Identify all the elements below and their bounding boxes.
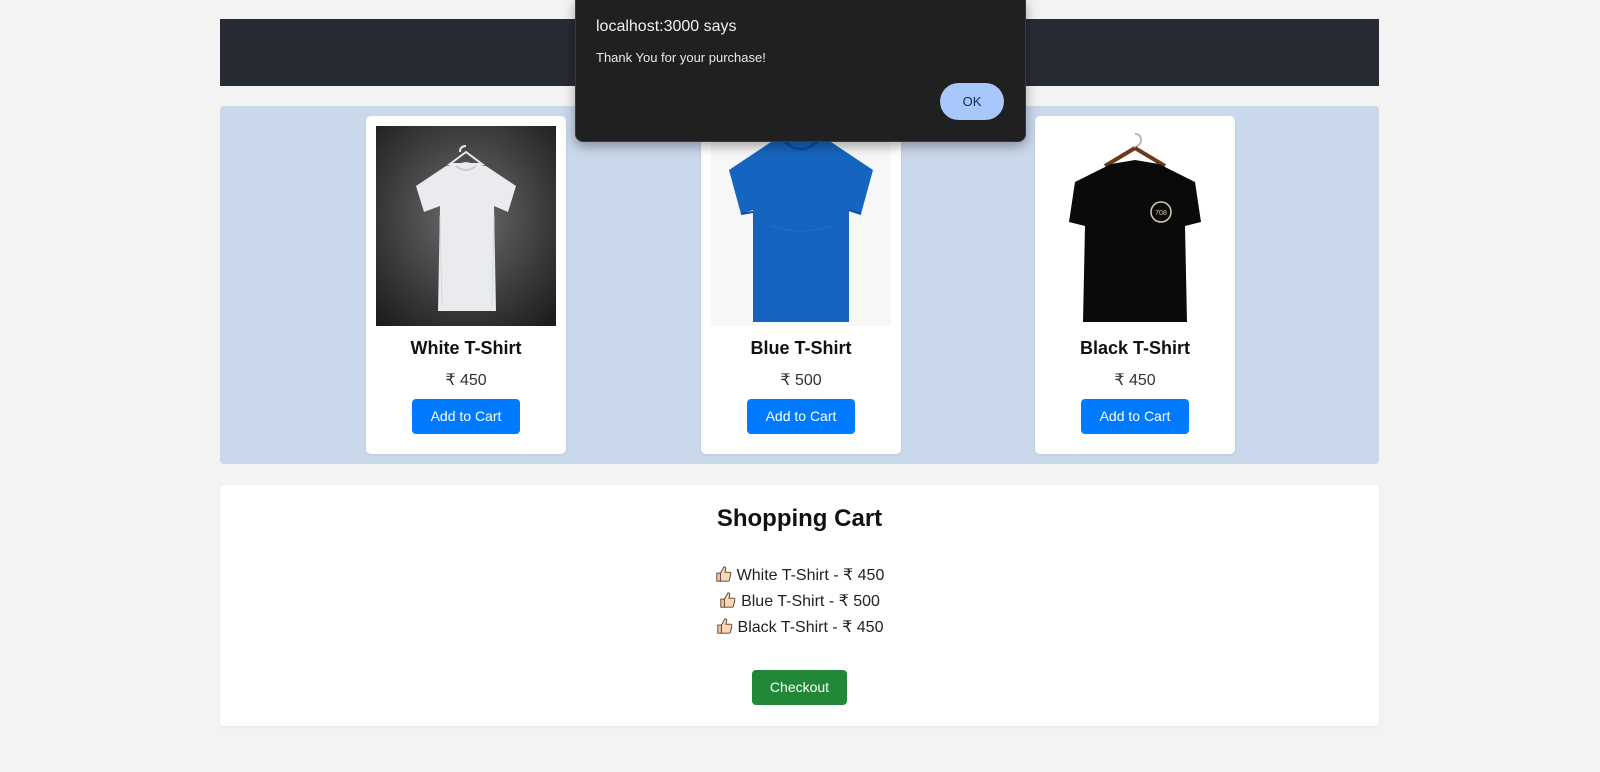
product-price: ₹ 450 — [1114, 372, 1156, 389]
add-to-cart-button[interactable]: Add to Cart — [412, 399, 520, 434]
alert-dialog: localhost:3000 says Thank You for your p… — [575, 0, 1026, 142]
product-name: White T-Shirt — [410, 338, 522, 358]
cart-item-text: Blue T-Shirt - ₹ 500 — [741, 593, 880, 610]
white-tshirt-image — [376, 126, 556, 326]
thumbs-up-icon — [720, 592, 736, 608]
cart-item: Blue T-Shirt - ₹ 500 — [220, 589, 1379, 615]
cart-title: Shopping Cart — [716, 505, 883, 532]
product-card-black: 708 Black T-Shirt ₹ 450 Add to Cart — [1035, 116, 1235, 454]
product-name: Black T-Shirt — [1079, 338, 1191, 358]
black-tshirt-image: 708 — [1045, 126, 1225, 326]
cart-item: Black T-Shirt - ₹ 450 — [220, 615, 1379, 641]
checkout-button[interactable]: Checkout — [752, 670, 847, 705]
product-card-blue: Blue T-Shirt ₹ 500 Add to Cart — [701, 116, 901, 454]
cart-list: White T-Shirt - ₹ 450 Blue T-Shirt - ₹ 5… — [220, 563, 1379, 641]
thumbs-up-icon — [716, 618, 732, 634]
dialog-message: Thank You for your purchase! — [596, 50, 766, 65]
dialog-title: localhost:3000 says — [596, 18, 737, 35]
product-name: Blue T-Shirt — [750, 338, 852, 358]
cart-item-text: Black T-Shirt - ₹ 450 — [737, 619, 884, 636]
cart-item-text: White T-Shirt - ₹ 450 — [736, 567, 885, 584]
product-card-white: White T-Shirt ₹ 450 Add to Cart — [366, 116, 566, 454]
add-to-cart-button[interactable]: Add to Cart — [747, 399, 855, 434]
cart-item: White T-Shirt - ₹ 450 — [220, 563, 1379, 589]
product-price: ₹ 450 — [445, 372, 487, 389]
product-price: ₹ 500 — [780, 372, 822, 389]
product-list: White T-Shirt ₹ 450 Add to Cart Blue T-S… — [220, 106, 1379, 464]
ok-button[interactable]: OK — [940, 83, 1004, 120]
svg-text:708: 708 — [1155, 210, 1167, 217]
add-to-cart-button[interactable]: Add to Cart — [1081, 399, 1189, 434]
shopping-cart: Shopping Cart White T-Shirt - ₹ 450 Blue… — [220, 485, 1379, 726]
blue-tshirt-image — [711, 126, 891, 326]
thumbs-up-icon — [715, 566, 731, 582]
